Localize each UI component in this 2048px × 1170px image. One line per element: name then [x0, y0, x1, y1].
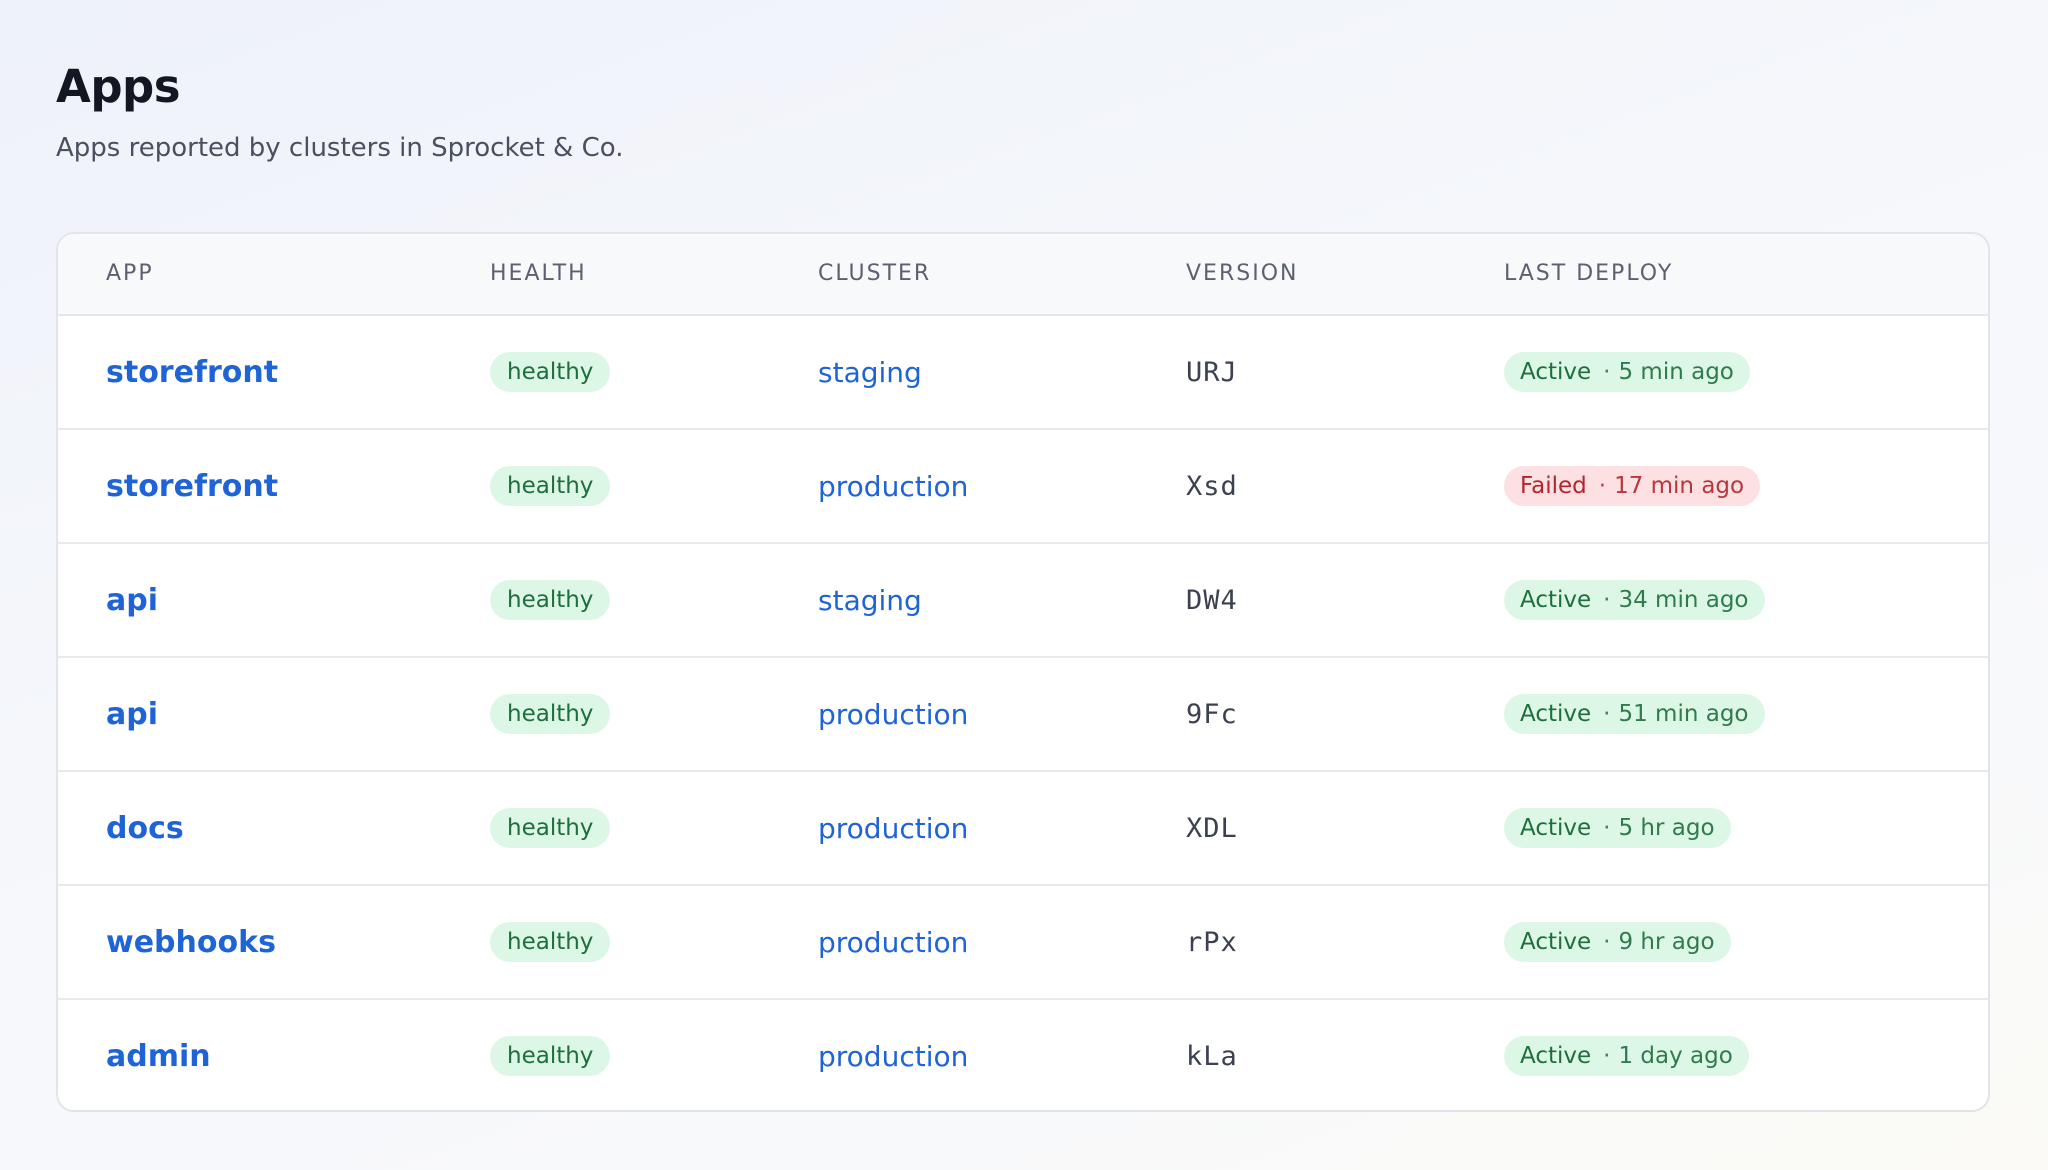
app-link[interactable]: webhooks: [106, 925, 276, 960]
deploy-status-badge: Active · 34 min ago: [1504, 580, 1765, 620]
deploy-status-badge: Active · 5 min ago: [1504, 352, 1750, 392]
deploy-status-badge: Failed · 17 min ago: [1504, 466, 1761, 506]
health-badge: healthy: [490, 580, 611, 620]
page-title: Apps: [56, 60, 181, 113]
table-row: docs healthy production XDL Active · 5 hr …: [58, 772, 1988, 886]
health-badge: healthy: [490, 352, 611, 392]
table-row: storefront healthy production Xsd Failed…: [58, 430, 1988, 544]
version-value: URJ: [1186, 356, 1238, 388]
deploy-time: 9 hr ago: [1618, 929, 1715, 955]
version-value: DW4: [1186, 584, 1238, 616]
version-value: XDL: [1186, 812, 1238, 844]
version-value: rPx: [1186, 926, 1238, 958]
deploy-status-badge: Active · 5 hr ago: [1504, 808, 1731, 848]
deploy-time: 51 min ago: [1618, 701, 1749, 727]
table-row: api healthy production 9Fc Active · 51 min…: [58, 658, 1988, 772]
cluster-link[interactable]: production: [818, 1040, 968, 1073]
version-value: kLa: [1186, 1040, 1238, 1072]
app-link[interactable]: storefront: [106, 355, 278, 390]
health-badge: healthy: [490, 808, 611, 848]
table-row: webhooks healthy production rPx Active · 9…: [58, 886, 1988, 1000]
deploy-separator: ·: [1603, 587, 1611, 613]
app-link[interactable]: storefront: [106, 469, 278, 504]
column-header-version: VERSION: [1186, 261, 1299, 286]
deploy-separator: ·: [1603, 929, 1611, 955]
deploy-status-label: Active: [1520, 815, 1592, 841]
table-header: APP HEALTH CLUSTER VERSION LAST DEPLOY: [58, 234, 1988, 316]
deploy-time: 5 hr ago: [1618, 815, 1715, 841]
deploy-status-label: Active: [1520, 587, 1592, 613]
deploy-status-label: Active: [1520, 701, 1592, 727]
apps-table: APP HEALTH CLUSTER VERSION LAST DEPLOY s…: [56, 232, 1990, 1112]
deploy-time: 5 min ago: [1618, 359, 1734, 385]
app-link[interactable]: admin: [106, 1039, 211, 1074]
table-row: api healthy staging DW4 Active · 34 min ag…: [58, 544, 1988, 658]
column-header-last-deploy: LAST DEPLOY: [1504, 261, 1674, 286]
deploy-status-label: Active: [1520, 359, 1592, 385]
deploy-status-label: Failed: [1520, 473, 1587, 499]
deploy-status-badge: Active · 1 day ago: [1504, 1036, 1749, 1076]
deploy-separator: ·: [1598, 473, 1607, 499]
deploy-separator: ·: [1603, 1043, 1611, 1069]
deploy-time: 17 min ago: [1614, 473, 1745, 499]
app-link[interactable]: docs: [106, 811, 184, 846]
cluster-link[interactable]: production: [818, 470, 968, 503]
table-row: storefront healthy staging URJ Active · 5 …: [58, 316, 1988, 430]
deploy-status-badge: Active · 9 hr ago: [1504, 922, 1731, 962]
app-link[interactable]: api: [106, 583, 158, 618]
cluster-link[interactable]: staging: [818, 356, 922, 389]
cluster-link[interactable]: production: [818, 698, 968, 731]
health-badge: healthy: [490, 694, 611, 734]
deploy-status-label: Active: [1520, 1043, 1592, 1069]
health-badge: healthy: [490, 1036, 611, 1076]
cluster-link[interactable]: production: [818, 812, 968, 845]
cluster-link[interactable]: production: [818, 926, 968, 959]
health-badge: healthy: [490, 922, 611, 962]
column-header-cluster: CLUSTER: [818, 261, 932, 286]
table-row: admin healthy production kLa Active · 1 da…: [58, 1000, 1988, 1110]
deploy-separator: ·: [1603, 815, 1611, 841]
app-link[interactable]: api: [106, 697, 158, 732]
deploy-status-label: Active: [1520, 929, 1592, 955]
deploy-separator: ·: [1603, 359, 1611, 385]
deploy-time: 1 day ago: [1618, 1043, 1733, 1069]
column-header-app: APP: [106, 261, 154, 286]
health-badge: healthy: [490, 466, 611, 506]
cluster-link[interactable]: staging: [818, 584, 922, 617]
deploy-separator: ·: [1603, 701, 1611, 727]
version-value: Xsd: [1186, 470, 1238, 502]
column-header-health: HEALTH: [490, 261, 587, 286]
page-subtitle: Apps reported by clusters in Sprocket & …: [56, 133, 624, 163]
version-value: 9Fc: [1186, 698, 1238, 730]
deploy-status-badge: Active · 51 min ago: [1504, 694, 1765, 734]
deploy-time: 34 min ago: [1618, 587, 1749, 613]
